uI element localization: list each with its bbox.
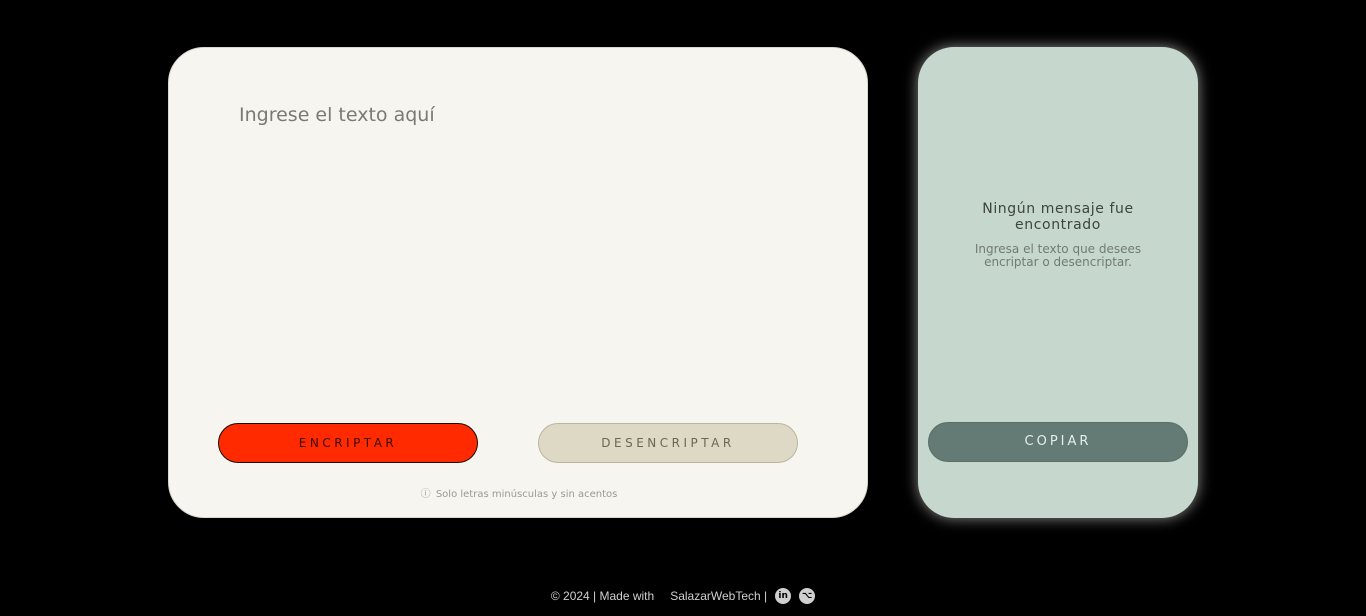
footer-author: SalazarWebTech | [670,589,768,603]
hint-text: Solo letras minúsculas y sin acentos [435,489,618,500]
decrypt-button[interactable]: DESENCRIPTAR [538,423,798,463]
output-title: Ningún mensaje fue encontrado [982,201,1134,233]
linkedin-icon[interactable]: in [775,588,792,604]
footer: © 2024 | Made with SalazarWebTech | in ⌥ [0,588,1366,604]
github-icon[interactable]: ⌥ [799,588,816,604]
info-icon: ⓘ [420,489,431,500]
input-hint: ⓘ Solo letras minúsculas y sin acentos [169,485,869,500]
encrypt-button[interactable]: ENCRIPTAR [218,423,478,463]
output-description: Ingresa el texto que desees encriptar o … [974,242,1142,269]
copy-button[interactable]: COPIAR [928,422,1188,462]
output-card: Ningún mensaje fue encontrado Ingresa el… [918,47,1198,518]
message-input[interactable] [239,104,799,364]
input-card: ENCRIPTAR DESENCRIPTAR ⓘ Solo letras min… [168,47,868,518]
footer-copyright: © 2024 | Made with [550,589,655,603]
